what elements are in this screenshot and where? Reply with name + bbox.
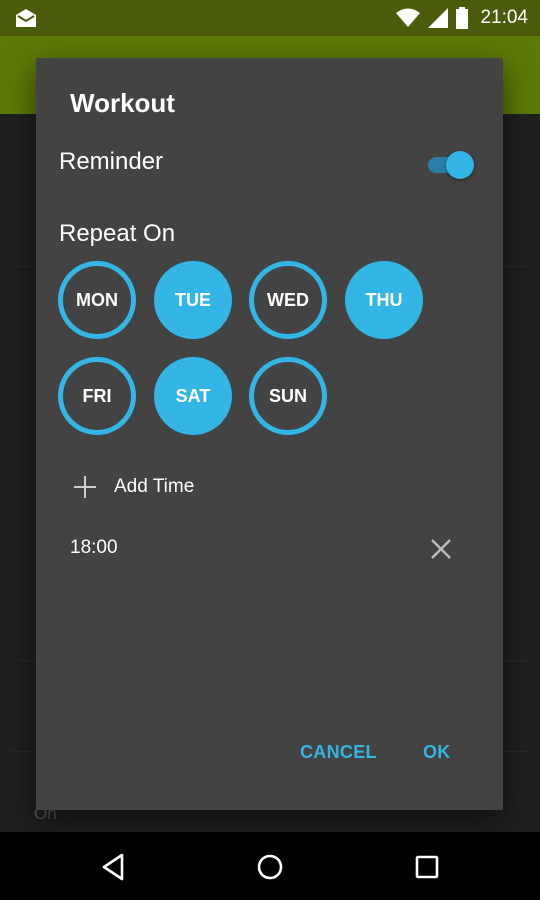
recents-icon[interactable] bbox=[410, 850, 444, 884]
day-label: THU bbox=[365, 289, 403, 310]
battery-icon bbox=[456, 7, 469, 29]
add-time-button[interactable]: Add Time bbox=[74, 472, 194, 502]
day-label: FRI bbox=[82, 385, 112, 406]
day-toggle-sun[interactable]: SUN bbox=[249, 357, 327, 435]
status-time: 21:04 bbox=[480, 7, 528, 28]
repeat-on-label: Repeat On bbox=[59, 220, 176, 247]
cancel-button[interactable]: CANCEL bbox=[300, 742, 377, 763]
ok-button[interactable]: OK bbox=[423, 742, 451, 763]
plus-icon bbox=[74, 476, 96, 498]
day-toggle-wed[interactable]: WED bbox=[249, 261, 327, 339]
day-toggle-sat[interactable]: SAT bbox=[154, 357, 232, 435]
home-icon[interactable] bbox=[253, 850, 287, 884]
status-bar: 21:04 bbox=[0, 0, 540, 36]
day-toggle-mon[interactable]: MON bbox=[58, 261, 136, 339]
day-toggle-tue[interactable]: TUE bbox=[154, 261, 232, 339]
day-label: TUE bbox=[175, 289, 211, 310]
reminder-label: Reminder bbox=[59, 148, 164, 175]
workout-reminder-dialog: Workout Reminder Repeat On MON TUE WED T… bbox=[36, 58, 503, 810]
day-label: MON bbox=[76, 289, 118, 310]
wifi-icon bbox=[396, 8, 421, 27]
day-toggle-thu[interactable]: THU bbox=[345, 261, 423, 339]
toggle-thumb bbox=[446, 151, 474, 179]
day-label: SUN bbox=[268, 385, 307, 406]
day-label: WED bbox=[267, 289, 309, 310]
navigation-bar bbox=[0, 832, 540, 900]
dialog-title: Workout bbox=[70, 88, 175, 118]
back-icon[interactable] bbox=[96, 850, 130, 884]
time-value: 18:00 bbox=[70, 537, 118, 558]
mail-icon bbox=[16, 9, 36, 27]
reminder-toggle[interactable] bbox=[428, 150, 476, 180]
day-label: SAT bbox=[175, 385, 211, 406]
remove-time-close-icon[interactable] bbox=[428, 536, 454, 562]
cell-signal-icon bbox=[428, 8, 449, 28]
day-toggle-fri[interactable]: FRI bbox=[58, 357, 136, 435]
time-list-item: 18:00 bbox=[70, 534, 470, 564]
add-time-label: Add Time bbox=[114, 476, 195, 497]
